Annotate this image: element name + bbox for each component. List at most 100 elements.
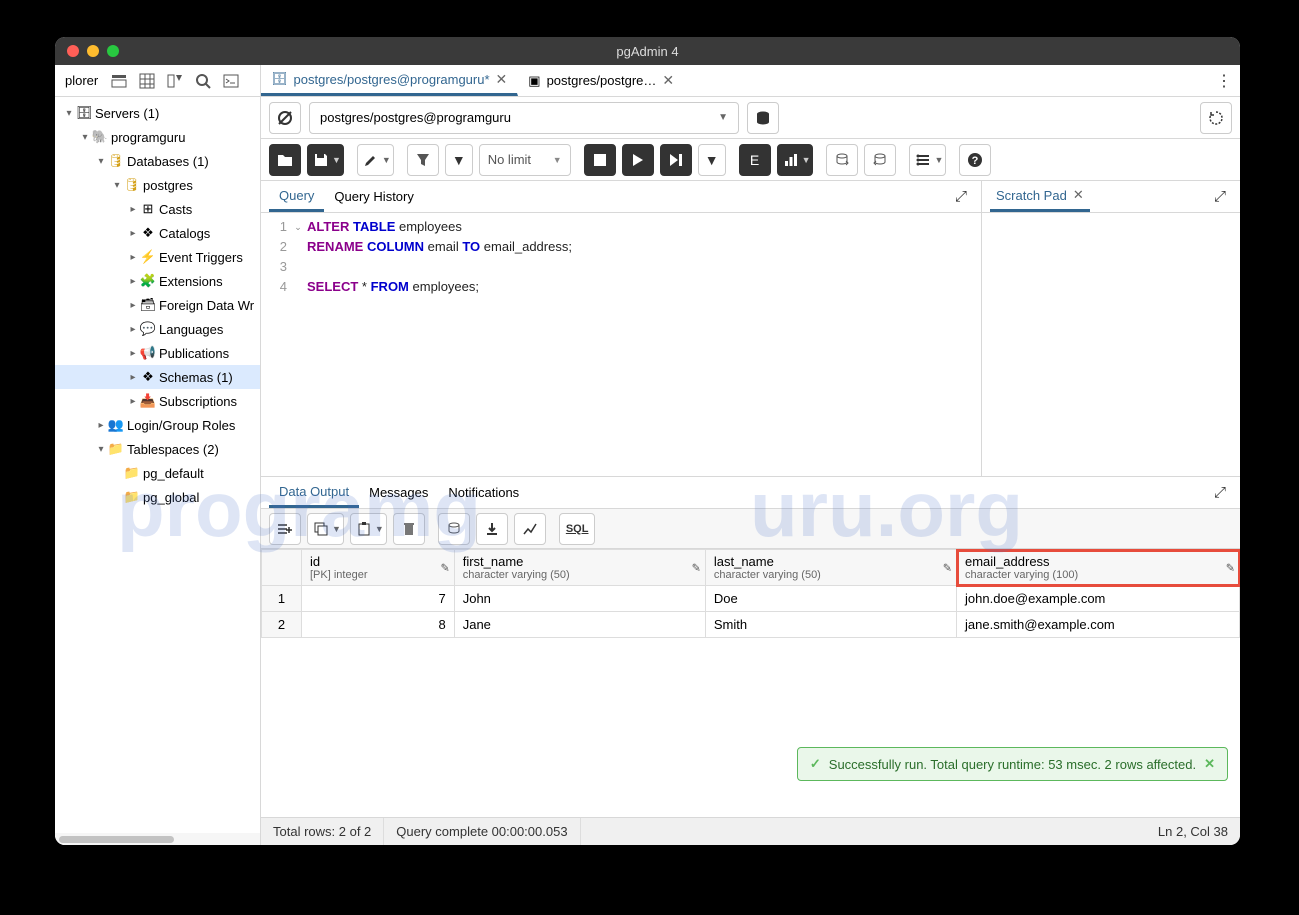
tree-item[interactable]: ▾📁Tablespaces (2): [55, 437, 260, 461]
scratch-pad-tab[interactable]: Scratch Pad ✕: [990, 181, 1090, 212]
tab-query[interactable]: Query: [269, 181, 324, 212]
tab-messages[interactable]: Messages: [359, 477, 438, 508]
tree-label: Subscriptions: [157, 394, 237, 409]
tree-item[interactable]: ▾🐘programguru: [55, 125, 260, 149]
toast-message: Successfully run. Total query runtime: 5…: [829, 757, 1196, 772]
cell[interactable]: Smith: [705, 612, 956, 638]
table-row[interactable]: 28JaneSmithjane.smith@example.com: [262, 612, 1240, 638]
cell[interactable]: 8: [302, 612, 455, 638]
column-type: character varying (50): [714, 569, 948, 581]
limit-selector[interactable]: No limit▼: [479, 144, 571, 176]
tree-item[interactable]: 📁pg_global: [55, 485, 260, 509]
delete-row-button[interactable]: [393, 513, 425, 545]
expand-scratch-icon[interactable]: ⤢: [1208, 188, 1232, 205]
properties-icon[interactable]: [106, 68, 132, 94]
kebab-menu-icon[interactable]: ⋮: [1208, 65, 1240, 96]
tree-item[interactable]: ▾🛢postgres: [55, 173, 260, 197]
edit-column-icon[interactable]: ✎: [1226, 561, 1235, 574]
execute-dropdown[interactable]: ▼: [698, 144, 726, 176]
cell[interactable]: john.doe@example.com: [957, 586, 1240, 612]
app-window: pgAdmin 4 plorer: [55, 37, 1240, 845]
sql-editor[interactable]: 1234 ⌄ ALTER TABLE employeesRENAME COLUM…: [261, 213, 981, 476]
search-icon[interactable]: [190, 68, 216, 94]
file-tab[interactable]: 🗄postgres/postgres@programguru*✕: [261, 65, 518, 96]
tree-item[interactable]: ▾🗄Servers (1): [55, 101, 260, 125]
edit-column-icon[interactable]: ✎: [943, 561, 952, 574]
close-icon[interactable]: ✕: [1073, 187, 1084, 203]
caret-icon: ▸: [127, 396, 139, 407]
save-data-button[interactable]: [438, 513, 470, 545]
filter-dropdown[interactable]: ▼: [445, 144, 473, 176]
connection-status-icon[interactable]: [269, 102, 301, 134]
db-icon[interactable]: [747, 102, 779, 134]
minimize-window-button[interactable]: [87, 45, 99, 57]
tree-item[interactable]: ▸📥Subscriptions: [55, 389, 260, 413]
edit-button[interactable]: ▼: [357, 144, 394, 176]
reset-layout-icon[interactable]: [1200, 102, 1232, 134]
cell[interactable]: Jane: [454, 612, 705, 638]
grid-icon[interactable]: [134, 68, 160, 94]
tree-item[interactable]: ▸❖Catalogs: [55, 221, 260, 245]
close-tab-icon[interactable]: ✕: [662, 72, 674, 89]
tree-item[interactable]: ▸⚡Event Triggers: [55, 245, 260, 269]
caret-icon: ▾: [63, 108, 75, 119]
sidebar-scrollbar[interactable]: [55, 833, 260, 845]
open-file-button[interactable]: [269, 144, 301, 176]
tree-item[interactable]: ▾🛢Databases (1): [55, 149, 260, 173]
cell[interactable]: Doe: [705, 586, 956, 612]
tree-item[interactable]: ▸🧩Extensions: [55, 269, 260, 293]
filter-icon[interactable]: [162, 68, 188, 94]
terminal-icon[interactable]: [218, 68, 244, 94]
tree-item[interactable]: ▸👥Login/Group Roles: [55, 413, 260, 437]
explain-analyze-button[interactable]: ▼: [777, 144, 814, 176]
macros-button[interactable]: ▼: [909, 144, 946, 176]
download-button[interactable]: [476, 513, 508, 545]
execute-step-button[interactable]: [660, 144, 692, 176]
rollback-button[interactable]: [864, 144, 896, 176]
tab-query-history[interactable]: Query History: [324, 181, 423, 212]
tree-view[interactable]: ▾🗄Servers (1)▾🐘programguru▾🛢Databases (1…: [55, 97, 260, 833]
tree-item[interactable]: ▸⊞Casts: [55, 197, 260, 221]
close-window-button[interactable]: [67, 45, 79, 57]
file-tab[interactable]: ▣postgres/postgre…✕: [518, 65, 685, 96]
edit-column-icon[interactable]: ✎: [692, 561, 701, 574]
tab-notifications[interactable]: Notifications: [438, 477, 529, 508]
execute-button[interactable]: [622, 144, 654, 176]
edit-column-icon[interactable]: ✎: [441, 561, 450, 574]
expand-editor-icon[interactable]: ⤢: [949, 181, 973, 212]
column-header[interactable]: email_addresscharacter varying (100)✎: [957, 550, 1240, 586]
cell[interactable]: John: [454, 586, 705, 612]
tree-item[interactable]: 📁pg_default: [55, 461, 260, 485]
explain-button[interactable]: E: [739, 144, 771, 176]
filter-button[interactable]: [407, 144, 439, 176]
help-button[interactable]: ?: [959, 144, 991, 176]
tree-item[interactable]: ▸📢Publications: [55, 341, 260, 365]
column-header[interactable]: last_namecharacter varying (50)✎: [705, 550, 956, 586]
graph-button[interactable]: [514, 513, 546, 545]
cell[interactable]: 7: [302, 586, 455, 612]
copy-button[interactable]: ▼: [307, 513, 344, 545]
connection-row: postgres/postgres@programguru ▼: [261, 97, 1240, 139]
sql-button[interactable]: SQL: [559, 513, 596, 545]
expand-output-icon[interactable]: ⤢: [1208, 477, 1232, 508]
close-tab-icon[interactable]: ✕: [496, 71, 508, 88]
cell[interactable]: jane.smith@example.com: [957, 612, 1240, 638]
add-row-button[interactable]: [269, 513, 301, 545]
tab-data-output[interactable]: Data Output: [269, 477, 359, 508]
column-header[interactable]: id[PK] integer✎: [302, 550, 455, 586]
tree-item[interactable]: ▸🗃Foreign Data Wr: [55, 293, 260, 317]
maximize-window-button[interactable]: [107, 45, 119, 57]
tree-item[interactable]: ▸❖Schemas (1): [55, 365, 260, 389]
paste-button[interactable]: ▼: [350, 513, 387, 545]
toast-close-icon[interactable]: ✕: [1204, 756, 1215, 772]
table-row[interactable]: 17JohnDoejohn.doe@example.com: [262, 586, 1240, 612]
save-button[interactable]: ▼: [307, 144, 344, 176]
commit-button[interactable]: [826, 144, 858, 176]
output-pane: Data Output Messages Notifications ⤢ ▼ ▼: [261, 477, 1240, 817]
connection-selector[interactable]: postgres/postgres@programguru ▼: [309, 102, 739, 134]
tree-item[interactable]: ▸💬Languages: [55, 317, 260, 341]
tree-label: Casts: [157, 202, 192, 217]
stop-button[interactable]: [584, 144, 616, 176]
data-grid[interactable]: id[PK] integer✎first_namecharacter varyi…: [261, 549, 1240, 638]
column-header[interactable]: first_namecharacter varying (50)✎: [454, 550, 705, 586]
